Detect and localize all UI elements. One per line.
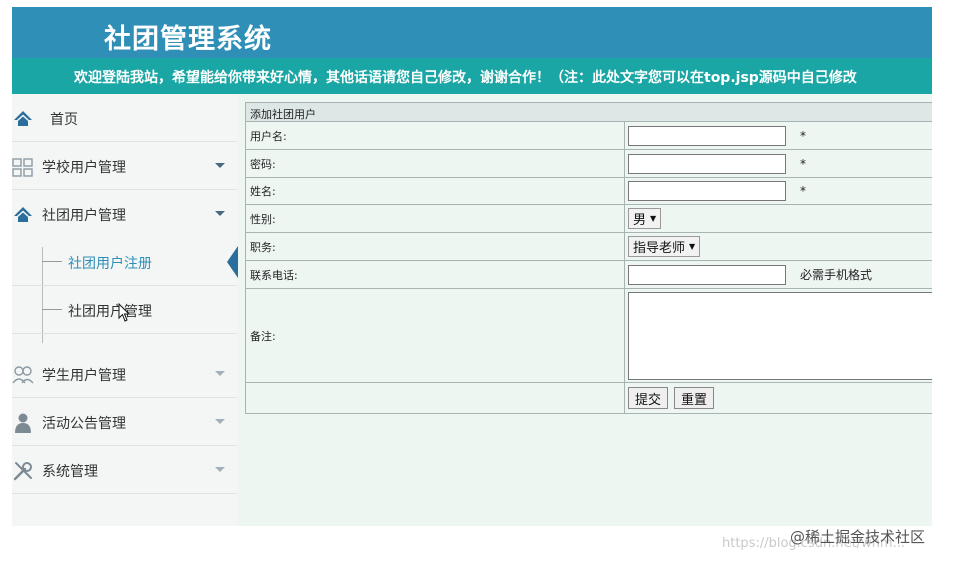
dropdown-arrow-icon: ▼ <box>650 214 657 223</box>
submenu-item-label: 社团用户注册 <box>68 256 152 272</box>
submenu-branch-line <box>42 261 62 262</box>
sidebar-item-label: 学校用户管理 <box>42 160 126 176</box>
mouse-cursor-icon <box>118 303 130 322</box>
form-row-username: 用户名: * <box>246 122 932 150</box>
sidebar-item-label: 系统管理 <box>42 464 98 480</box>
app-window: 社团管理系统 欢迎登陆我站，希望能给你带来好心情，其他话语请您自己修改，谢谢合作… <box>12 7 932 526</box>
sidebar-item-club-users[interactable]: 社团用户管理 <box>12 190 237 238</box>
required-mark: * <box>800 128 806 143</box>
sidebar-item-system[interactable]: 系统管理 <box>12 446 237 494</box>
chevron-down-icon <box>215 211 225 216</box>
remark-label: 备注: <box>246 289 625 382</box>
chevron-down-icon <box>215 163 225 168</box>
form-title: 添加社团用户 <box>246 103 932 122</box>
username-label: 用户名: <box>246 122 625 149</box>
sidebar-item-activity-notice[interactable]: 活动公告管理 <box>12 398 237 446</box>
form-row-gender: 性别: 男 ▼ <box>246 205 932 233</box>
name-input[interactable] <box>628 181 786 201</box>
position-select[interactable]: 指导老师 ▼ <box>628 236 701 257</box>
home-icon <box>14 207 32 222</box>
tools-icon <box>13 462 32 481</box>
submenu-item-club-register[interactable]: 社团用户注册 <box>12 238 238 286</box>
sidebar-item-label: 活动公告管理 <box>42 416 126 432</box>
required-mark: * <box>800 156 806 171</box>
gender-label: 性别: <box>246 205 625 232</box>
phone-label: 联系电话: <box>246 261 625 288</box>
remark-textarea[interactable] <box>628 292 932 380</box>
home-icon <box>14 111 32 126</box>
submenu-item-label: 社团用户管理 <box>68 304 152 320</box>
submit-button[interactable]: 提交 <box>628 387 669 409</box>
marquee-bar: 欢迎登陆我站，希望能给你带来好心情，其他话语请您自己修改，谢谢合作！（注：此处文… <box>12 58 932 94</box>
sidebar-item-home[interactable]: 首页 <box>12 94 237 142</box>
password-input[interactable] <box>628 153 786 174</box>
sidebar-item-school-users[interactable]: 学校用户管理 <box>12 142 237 190</box>
chevron-down-icon <box>215 467 225 472</box>
reset-button[interactable]: 重置 <box>674 387 715 409</box>
users-icon <box>12 366 34 384</box>
required-mark: * <box>800 184 806 198</box>
phone-format-hint: 必需手机格式 <box>800 268 873 282</box>
form-row-password: 密码: * <box>246 150 932 178</box>
username-input[interactable] <box>628 125 786 146</box>
sidebar-item-label: 学生用户管理 <box>42 368 126 384</box>
form-row-position: 职务: 指导老师 ▼ <box>246 233 932 261</box>
active-indicator-icon <box>227 246 238 278</box>
dropdown-arrow-icon: ▼ <box>689 242 696 251</box>
chevron-down-icon <box>215 371 225 376</box>
header-bar: 社团管理系统 <box>12 7 932 58</box>
name-label: 姓名: <box>246 178 625 204</box>
actions-label-cell <box>246 383 625 413</box>
sidebar-item-label: 社团用户管理 <box>42 208 126 224</box>
chevron-down-icon <box>215 419 225 424</box>
app-title: 社团管理系统 <box>104 24 272 55</box>
sidebar-item-label: 首页 <box>50 112 78 128</box>
grid-icon <box>12 158 33 177</box>
form-row-phone: 联系电话: 必需手机格式 <box>246 261 932 289</box>
submenu-branch-line <box>42 309 62 310</box>
gender-select-value: 男 <box>633 213 647 228</box>
form-row-name: 姓名: * <box>246 178 932 205</box>
password-label: 密码: <box>246 150 625 177</box>
user-icon <box>15 413 31 433</box>
form-row-actions: 提交 重置 <box>246 383 932 413</box>
position-label: 职务: <box>246 233 625 260</box>
marquee-text: 欢迎登陆我站，希望能给你带来好心情，其他话语请您自己修改，谢谢合作！（注：此处文… <box>74 70 857 86</box>
gender-select[interactable]: 男 ▼ <box>628 208 662 229</box>
add-club-user-form: 添加社团用户 用户名: * 密码: * 姓名: * 性别: 男 ▼ 职务: 指导… <box>245 102 932 414</box>
position-select-value: 指导老师 <box>633 241 686 256</box>
phone-input[interactable] <box>628 264 786 285</box>
sidebar-item-student-users[interactable]: 学生用户管理 <box>12 350 237 398</box>
watermark-logo: @稀土掘金技术社区 <box>790 528 926 546</box>
form-row-remark: 备注: <box>246 289 932 383</box>
